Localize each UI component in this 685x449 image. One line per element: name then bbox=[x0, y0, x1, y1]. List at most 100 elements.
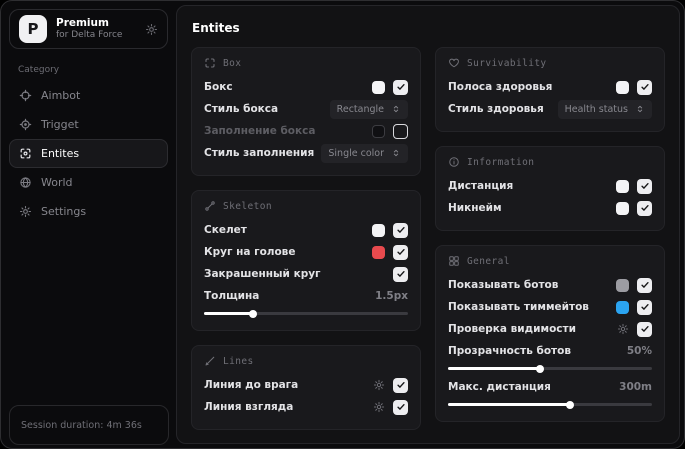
setting-row-head-circle: Круг на голове bbox=[204, 241, 408, 263]
setting-row-health-style: Стиль здоровья Health status bbox=[448, 98, 652, 120]
thickness-slider[interactable] bbox=[204, 309, 408, 318]
checkbox-checked[interactable] bbox=[637, 277, 652, 293]
setting-label: Полоса здоровья bbox=[448, 81, 553, 93]
checkbox-checked[interactable] bbox=[393, 399, 408, 415]
card-header-label: Survivability bbox=[467, 57, 547, 69]
color-swatch[interactable] bbox=[616, 278, 629, 292]
setting-row-thickness: Толщина 1.5px bbox=[204, 285, 408, 307]
gear-icon[interactable] bbox=[373, 401, 385, 413]
card-header-label: Information bbox=[467, 156, 535, 168]
slider-value: 50% bbox=[626, 345, 652, 357]
page-title: Entites bbox=[192, 21, 240, 35]
setting-label: Круг на голове bbox=[204, 246, 296, 258]
select-value: Health status bbox=[564, 103, 628, 115]
sidebar-nav: Aimbot Trigget Entites World Settings bbox=[9, 81, 168, 226]
sidebar-item-label: Trigget bbox=[41, 118, 79, 131]
box-style-select[interactable]: Rectangle bbox=[329, 99, 408, 119]
checkbox-checked[interactable] bbox=[393, 79, 408, 95]
setting-label: Толщина bbox=[204, 290, 260, 302]
line-icon bbox=[204, 355, 216, 367]
card-header-label: Box bbox=[223, 57, 242, 69]
card-survivability: Survivability Полоса здоровья Стиль здор… bbox=[435, 47, 665, 132]
checkbox-checked[interactable] bbox=[637, 299, 652, 315]
select-value: Rectangle bbox=[336, 103, 384, 115]
heart-icon bbox=[448, 57, 460, 69]
chevron-up-down-icon bbox=[391, 104, 401, 114]
setting-row-fill-style: Стиль заполнения Single color bbox=[204, 142, 408, 164]
scan-icon bbox=[204, 57, 216, 69]
chevron-up-down-icon bbox=[391, 148, 401, 158]
setting-label: Показывать ботов bbox=[448, 279, 559, 291]
sidebar-item-label: Settings bbox=[41, 205, 87, 218]
setting-row-show-bots: Показывать ботов bbox=[448, 274, 652, 296]
setting-label: Показывать тиммейтов bbox=[448, 301, 589, 313]
gear-icon bbox=[19, 205, 32, 218]
sidebar-item-label: Aimbot bbox=[41, 89, 81, 102]
select-value: Single color bbox=[328, 147, 384, 159]
setting-row-health-bar: Полоса здоровья bbox=[448, 76, 652, 98]
card-header-label: Lines bbox=[223, 355, 254, 367]
account-settings-icon[interactable] bbox=[145, 23, 158, 36]
sidebar-item-trigget[interactable]: Trigget bbox=[9, 110, 168, 139]
color-swatch[interactable] bbox=[616, 80, 629, 94]
setting-label: Проверка видимости bbox=[448, 323, 576, 335]
setting-row-distance: Дистанция bbox=[448, 175, 652, 197]
account-card: P Premium for Delta Force bbox=[9, 9, 168, 49]
category-label: Category bbox=[18, 65, 60, 75]
sidebar-item-aimbot[interactable]: Aimbot bbox=[9, 81, 168, 110]
checkbox-checked[interactable] bbox=[393, 266, 408, 282]
setting-label: Макс. дистанция bbox=[448, 381, 551, 393]
sidebar-item-settings[interactable]: Settings bbox=[9, 197, 168, 226]
setting-row-visibility-check: Проверка видимости bbox=[448, 318, 652, 340]
setting-label: Линия взгляда bbox=[204, 401, 294, 413]
setting-row-box-style: Стиль бокса Rectangle bbox=[204, 98, 408, 120]
card-header-label: General bbox=[467, 255, 510, 267]
globe-icon bbox=[19, 176, 32, 189]
checkbox-checked[interactable] bbox=[393, 244, 408, 260]
slider-thumb[interactable] bbox=[535, 364, 544, 373]
brand-block: Premium for Delta Force bbox=[56, 17, 122, 41]
max-distance-slider[interactable] bbox=[448, 400, 652, 409]
color-swatch[interactable] bbox=[616, 201, 629, 215]
color-swatch[interactable] bbox=[372, 124, 385, 138]
color-swatch[interactable] bbox=[616, 300, 629, 314]
setting-label: Стиль заполнения bbox=[204, 147, 315, 159]
color-swatch[interactable] bbox=[616, 179, 629, 193]
sidebar-item-label: Entites bbox=[41, 147, 80, 160]
gear-icon[interactable] bbox=[617, 323, 629, 335]
sidebar-item-entites[interactable]: Entites bbox=[9, 139, 168, 168]
setting-label: Прозрачность ботов bbox=[448, 345, 571, 357]
color-swatch[interactable] bbox=[372, 80, 385, 94]
card-information-header: Information bbox=[448, 156, 652, 168]
info-icon bbox=[448, 156, 460, 168]
checkbox-unchecked[interactable] bbox=[393, 123, 408, 139]
checkbox-checked[interactable] bbox=[637, 79, 652, 95]
grid-icon bbox=[448, 255, 460, 267]
setting-label: Дистанция bbox=[448, 180, 514, 192]
bot-opacity-slider[interactable] bbox=[448, 364, 652, 373]
fill-style-select[interactable]: Single color bbox=[321, 143, 408, 163]
checkbox-checked[interactable] bbox=[637, 178, 652, 194]
sidebar-item-label: World bbox=[41, 176, 73, 189]
gear-icon[interactable] bbox=[373, 379, 385, 391]
card-header-label: Skeleton bbox=[223, 200, 272, 212]
checkbox-checked[interactable] bbox=[637, 321, 652, 337]
main-panel: Entites Box Бокс Стиль бокса Rectangle З… bbox=[176, 5, 680, 444]
setting-row-max-distance: Макс. дистанция 300m bbox=[448, 376, 652, 398]
health-style-select[interactable]: Health status bbox=[557, 99, 652, 119]
sidebar-item-world[interactable]: World bbox=[9, 168, 168, 197]
card-general: General Показывать ботов Показывать тимм… bbox=[435, 245, 665, 422]
color-swatch[interactable] bbox=[372, 245, 385, 259]
color-swatch[interactable] bbox=[372, 223, 385, 237]
slider-thumb[interactable] bbox=[248, 309, 257, 318]
checkbox-checked[interactable] bbox=[393, 377, 408, 393]
scan-eye-icon bbox=[19, 147, 32, 160]
card-general-header: General bbox=[448, 255, 652, 267]
card-information: Information Дистанция Никнейм bbox=[435, 146, 665, 231]
setting-label: Стиль бокса bbox=[204, 103, 279, 115]
slider-thumb[interactable] bbox=[566, 400, 575, 409]
setting-row-bot-opacity: Прозрачность ботов 50% bbox=[448, 340, 652, 362]
checkbox-checked[interactable] bbox=[637, 200, 652, 216]
sidebar: P Premium for Delta Force Category Aimbo… bbox=[1, 1, 176, 448]
checkbox-checked[interactable] bbox=[393, 222, 408, 238]
